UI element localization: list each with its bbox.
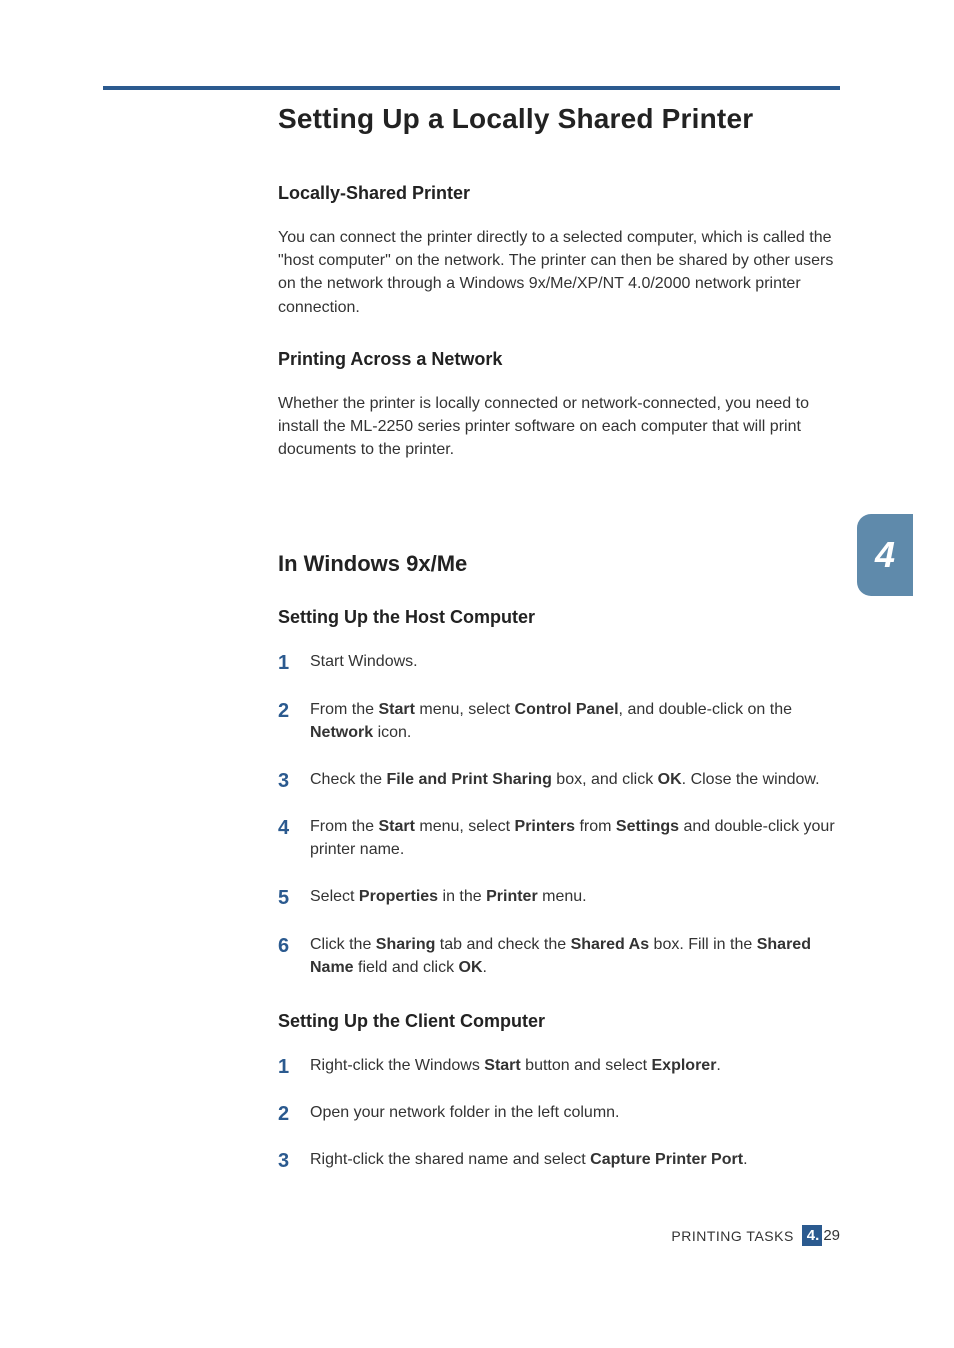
footer-page-num: 29 [823, 1227, 840, 1244]
list-item: Open your network folder in the left col… [278, 1101, 838, 1124]
section-heading-locally-shared: Locally-Shared Printer [278, 183, 838, 204]
list-item: Click the Sharing tab and check the Shar… [278, 933, 838, 979]
steps-host: Start Windows. From the Start menu, sele… [278, 650, 838, 979]
footer-chapter-number: 4. [802, 1225, 823, 1246]
list-item: Start Windows. [278, 650, 838, 673]
list-item: Check the File and Print Sharing box, an… [278, 768, 838, 791]
paragraph-locally-shared: You can connect the printer directly to … [278, 226, 838, 319]
chapter-tab: 4 [857, 514, 913, 596]
main-content: Setting Up a Locally Shared Printer Loca… [278, 103, 838, 1204]
section-heading-windows9x: In Windows 9x/Me [278, 551, 838, 577]
header-rule [103, 86, 840, 90]
list-item: Select Properties in the Printer menu. [278, 885, 838, 908]
page-footer: PRINTING TASKS 4.29 [671, 1225, 840, 1246]
list-item: Right-click the Windows Start button and… [278, 1054, 838, 1077]
list-item: From the Start menu, select Printers fro… [278, 815, 838, 861]
steps-client: Right-click the Windows Start button and… [278, 1054, 838, 1172]
footer-page-number: 4.29 [802, 1225, 840, 1246]
page-title: Setting Up a Locally Shared Printer [278, 103, 838, 135]
subsection-heading-client: Setting Up the Client Computer [278, 1011, 838, 1032]
footer-section-label: PRINTING TASKS [671, 1228, 793, 1244]
section-heading-printing-network: Printing Across a Network [278, 349, 838, 370]
subsection-heading-host: Setting Up the Host Computer [278, 607, 838, 628]
list-item: Right-click the shared name and select C… [278, 1148, 838, 1171]
paragraph-printing-network: Whether the printer is locally connected… [278, 392, 838, 462]
chapter-tab-number: 4 [875, 534, 895, 576]
list-item: From the Start menu, select Control Pane… [278, 698, 838, 744]
